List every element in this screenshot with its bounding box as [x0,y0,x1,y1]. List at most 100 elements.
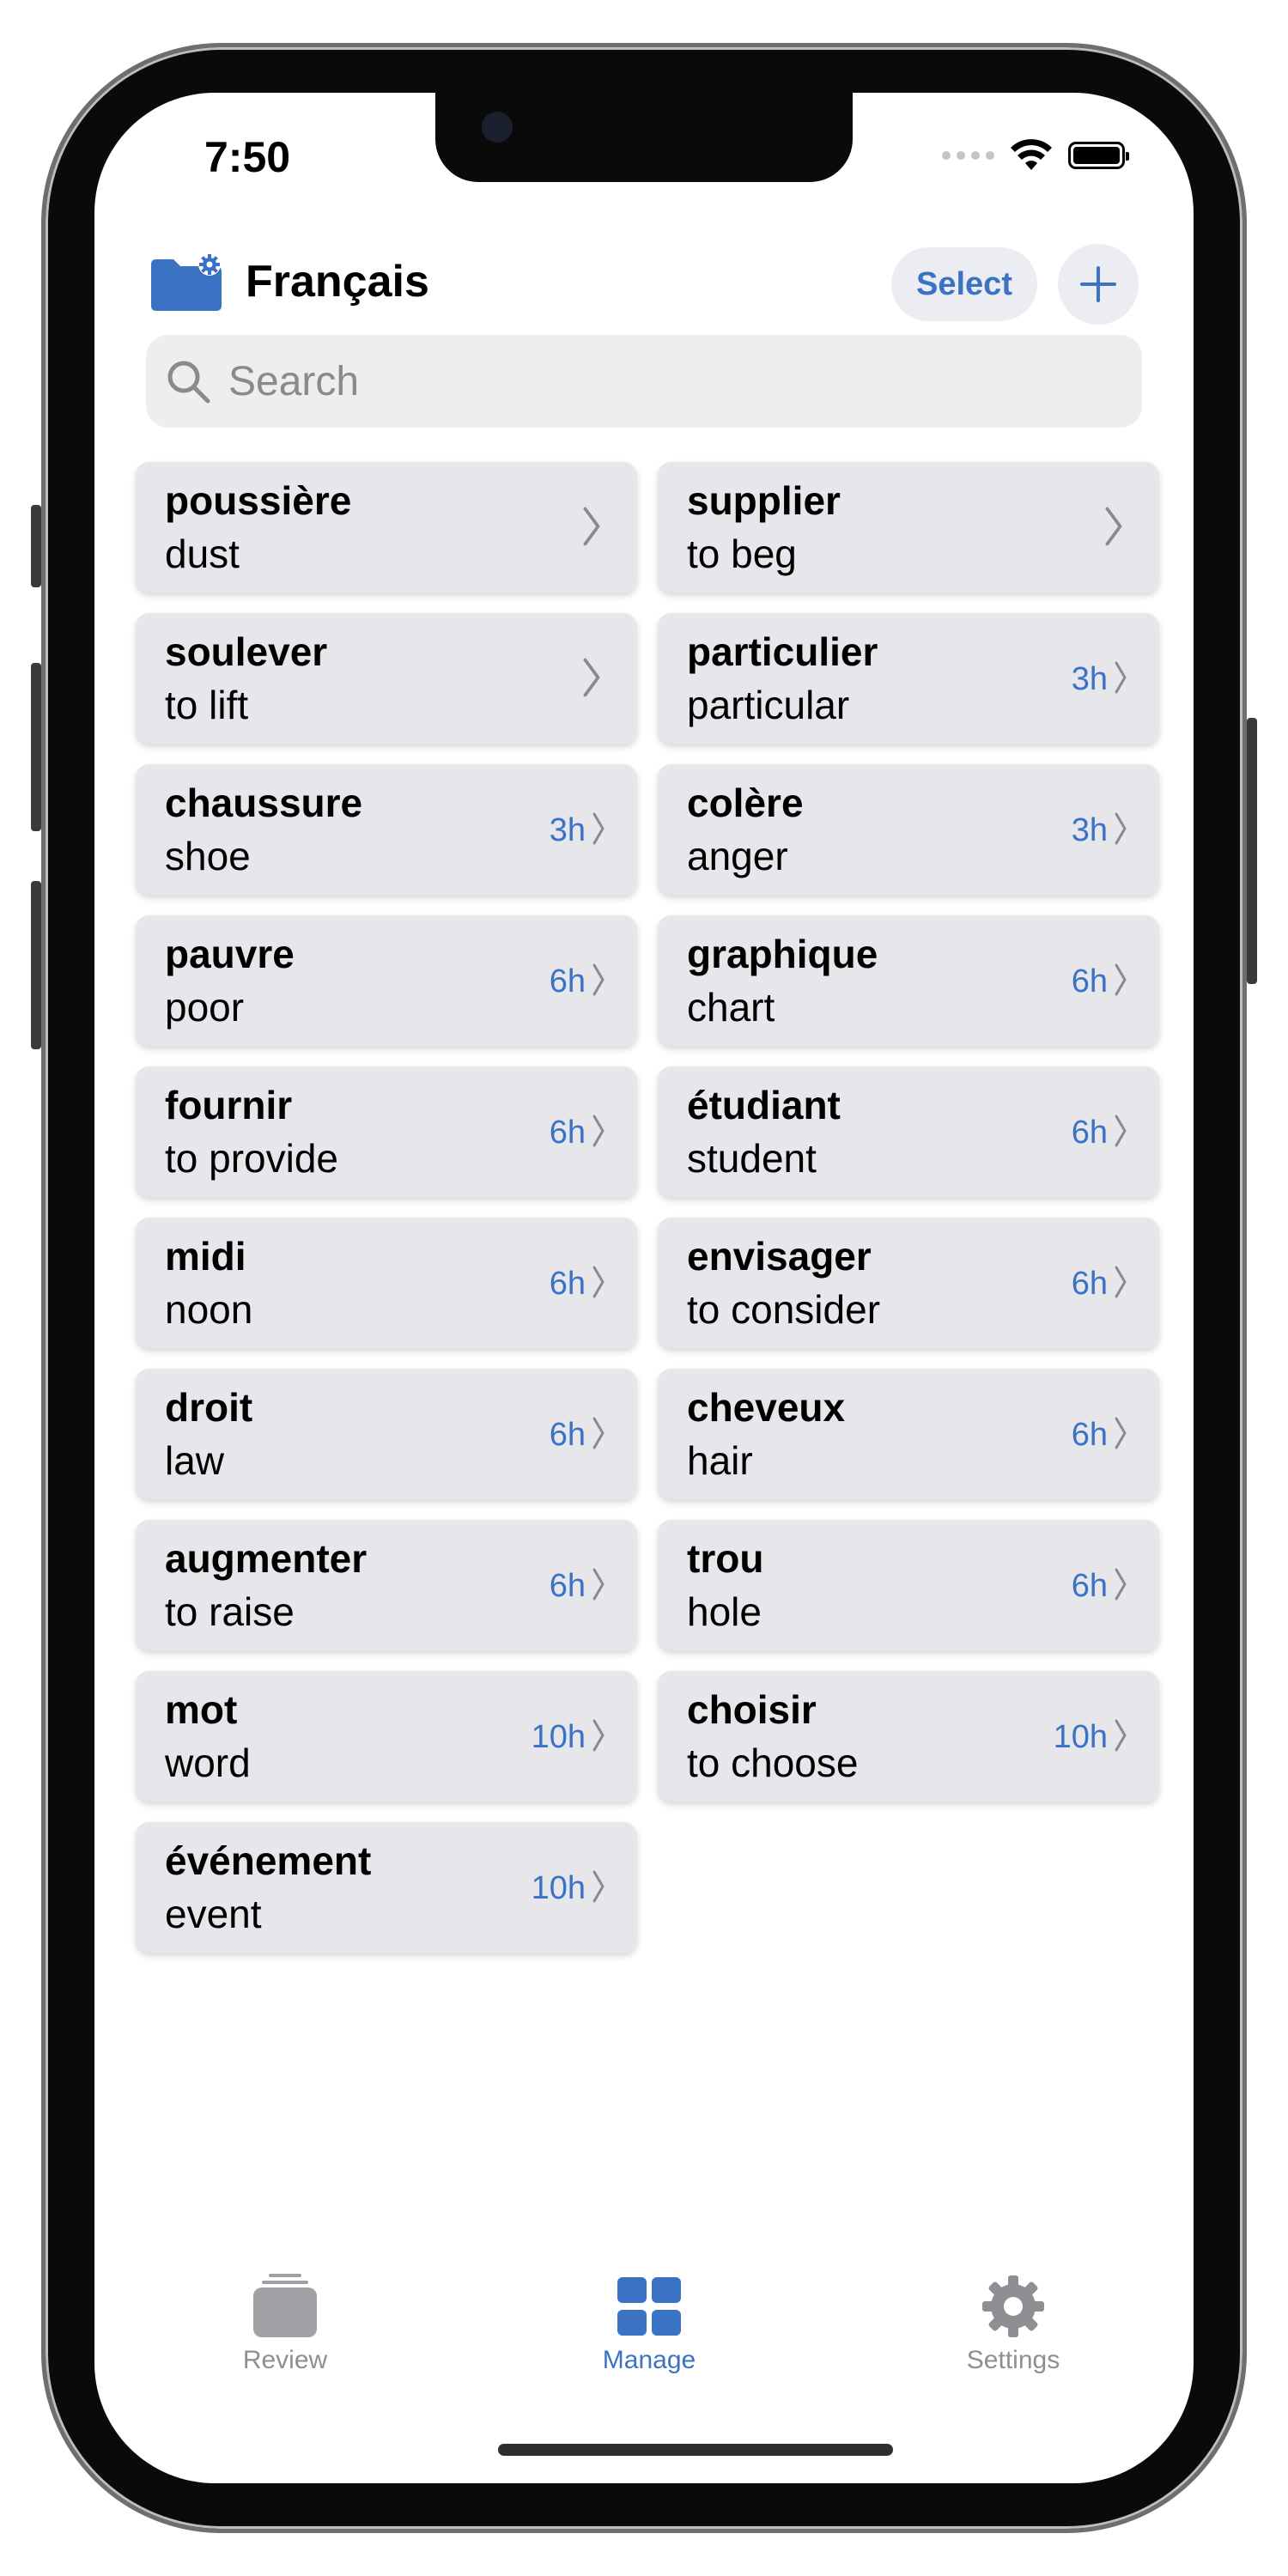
card-meaning: to lift [165,683,249,727]
card-due-badge: 6h [1071,963,1108,999]
gear-icon [982,2275,1044,2337]
mute-switch [31,505,41,587]
card-meaning: hair [687,1438,753,1483]
card-due-badge: 6h [549,963,586,999]
word-card[interactable]: trou hole 6h [658,1520,1159,1650]
chevron-right-icon [592,1870,605,1903]
select-button[interactable]: Select [891,247,1037,321]
tab-settings[interactable]: Settings [927,2274,1099,2375]
chevron-right-icon [1105,507,1122,546]
card-term: événement [165,1838,372,1883]
word-card[interactable]: augmenter to raise 6h [136,1520,637,1650]
tab-manage[interactable]: Manage [563,2274,735,2375]
card-due-badge: 10h [1053,1719,1108,1755]
chevron-right-icon [1115,1568,1127,1601]
chevron-right-icon [592,1719,605,1752]
card-due-badge: 6h [1071,1417,1108,1453]
card-meaning: to consider [687,1287,881,1332]
card-grid: poussière dust supplier to beg soulever to li… [136,462,1166,1953]
search-bar[interactable] [146,335,1142,428]
word-card[interactable]: soulever to lift [136,613,637,744]
search-icon [167,361,210,404]
card-meaning: particular [687,683,850,727]
card-term: poussière [165,478,352,523]
card-meaning: noon [165,1287,253,1332]
card-due-badge: 10h [531,1719,586,1755]
word-card[interactable]: étudiant student 6h [658,1066,1159,1197]
app-screen: 7:50 Français Select Search poussière du… [94,93,1194,2483]
chevron-right-icon [592,1115,605,1147]
tab-review[interactable]: Review [199,2274,371,2375]
home-indicator[interactable] [498,2444,893,2456]
card-term: augmenter [165,1536,368,1581]
card-meaning: to raise [165,1589,295,1634]
card-due-badge: 6h [1071,1266,1108,1302]
search-input[interactable] [227,356,1089,406]
stack-icon [253,2274,317,2337]
card-term: soulever [165,629,328,674]
word-card[interactable]: cheveux hair 6h [658,1369,1159,1499]
card-term: droit [165,1385,253,1430]
word-card[interactable]: colère anger 3h [658,764,1159,895]
word-card[interactable]: mot word 10h [136,1671,637,1801]
word-card[interactable]: particulier particular 3h [658,613,1159,744]
card-meaning: to provide [165,1136,339,1181]
add-button[interactable] [1058,244,1139,325]
chevron-right-icon [1115,1266,1127,1298]
word-card[interactable]: choisir to choose 10h [658,1671,1159,1801]
chevron-right-icon [592,1568,605,1601]
plus-icon [1080,266,1116,302]
card-term: midi [165,1234,246,1279]
notch [435,93,853,182]
word-card[interactable]: midi noon 6h [136,1218,637,1348]
chevron-right-icon [583,507,600,546]
card-meaning: to beg [687,532,797,576]
card-term: étudiant [687,1083,841,1127]
cellular-signal-icon [942,151,994,160]
word-card[interactable]: fournir to provide 6h [136,1066,637,1197]
tab-label-settings: Settings [966,2346,1060,2374]
card-meaning: dust [165,532,240,576]
card-due-badge: 6h [549,1568,586,1604]
card-term: trou [687,1536,764,1581]
chevron-right-icon [592,812,605,845]
volume-down-button [31,881,41,1049]
grid-icon [617,2277,681,2336]
front-camera [482,112,513,143]
card-meaning: anger [687,834,788,878]
word-card[interactable]: poussière dust [136,462,637,592]
chevron-right-icon [592,963,605,996]
word-card[interactable]: chaussure shoe 3h [136,764,637,895]
word-card[interactable]: envisager to consider 6h [658,1218,1159,1348]
card-term: supplier [687,478,841,523]
card-due-badge: 3h [1071,812,1108,848]
card-due-badge: 6h [1071,1568,1108,1604]
word-card[interactable]: graphique chart 6h [658,915,1159,1046]
card-term: envisager [687,1234,872,1279]
card-meaning: poor [165,985,245,1030]
folder-gear-icon[interactable] [149,252,225,313]
card-due-badge: 3h [1071,661,1108,697]
chevron-right-icon [583,658,600,697]
word-card[interactable]: droit law 6h [136,1369,637,1499]
card-meaning: to choose [687,1741,859,1785]
card-term: fournir [165,1083,293,1127]
card-due-badge: 6h [549,1417,586,1453]
card-term: mot [165,1687,238,1732]
battery-icon [1068,142,1129,169]
tab-label-manage: Manage [602,2346,696,2374]
chevron-right-icon [1115,1417,1127,1449]
card-term: graphique [687,932,878,976]
word-card[interactable]: événement event 10h [136,1822,637,1953]
word-card[interactable]: pauvre poor 6h [136,915,637,1046]
card-meaning: law [165,1438,225,1483]
card-term: particulier [687,629,878,674]
card-due-badge: 6h [1071,1115,1108,1151]
page-title: Français [246,257,429,307]
tab-label-review: Review [242,2346,328,2374]
chevron-right-icon [1115,1719,1127,1752]
chevron-right-icon [1115,812,1127,845]
word-card[interactable]: supplier to beg [658,462,1159,592]
card-meaning: shoe [165,834,251,878]
status-icons [942,139,1129,172]
